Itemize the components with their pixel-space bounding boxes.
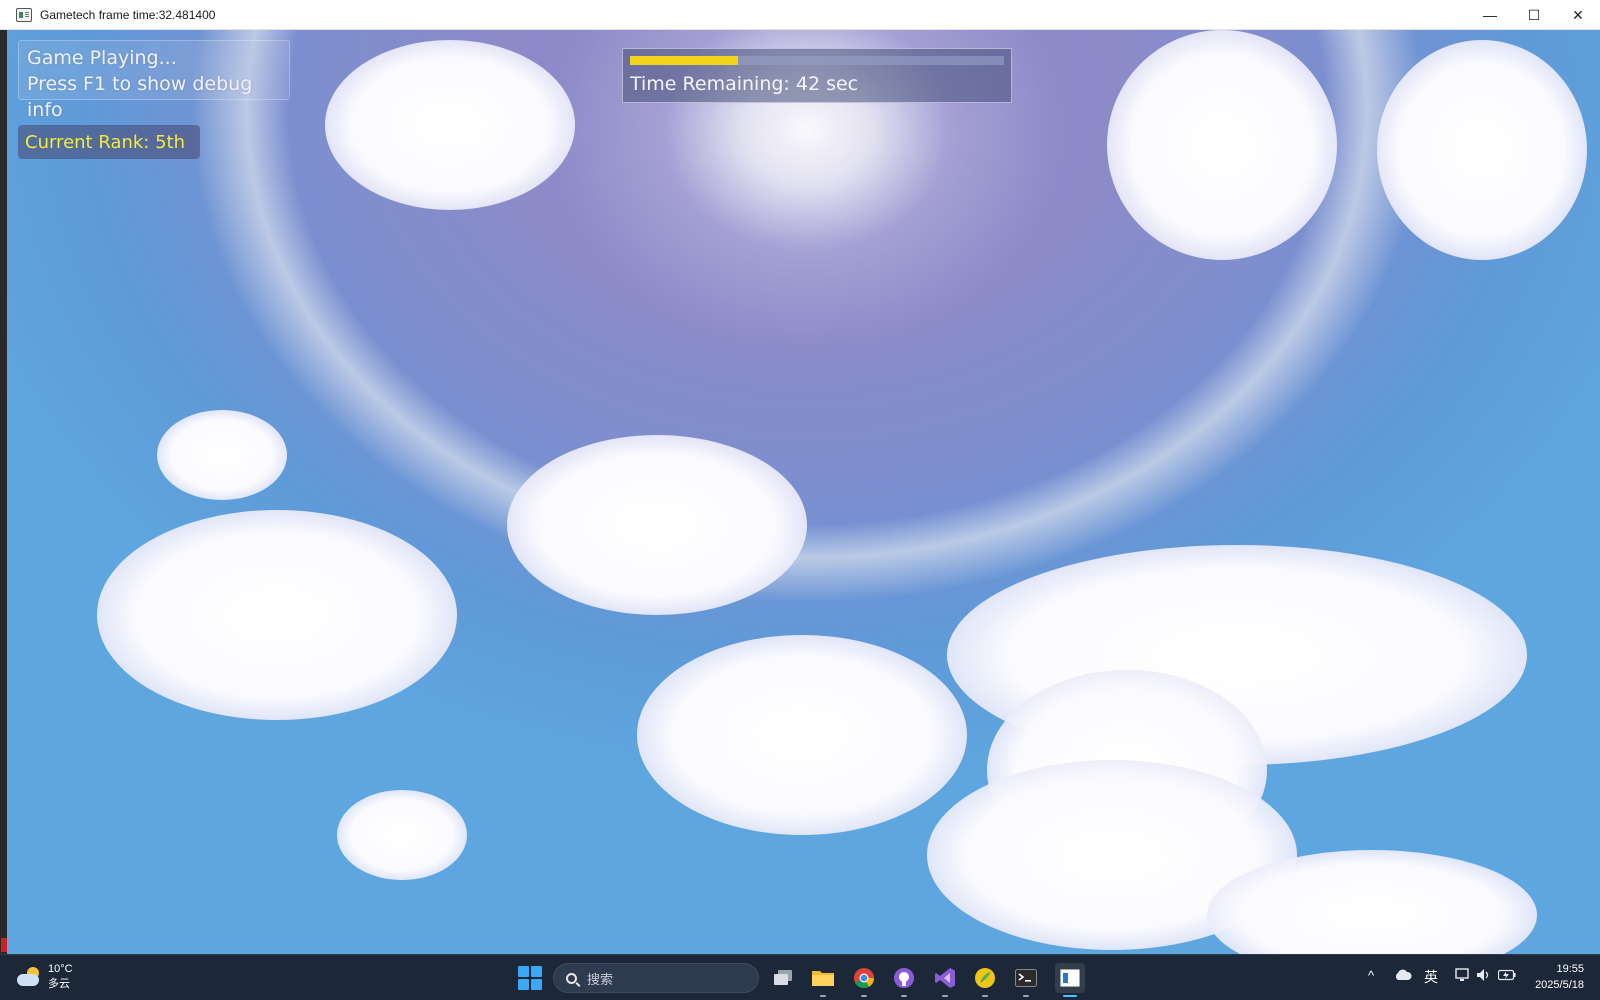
start-button[interactable] xyxy=(518,966,542,990)
onedrive-cloud-icon[interactable] xyxy=(1394,969,1412,984)
game-status-text: Game Playing... xyxy=(27,47,177,69)
search-placeholder: 搜索 xyxy=(587,971,614,987)
current-rank-text: Current Rank: 5th xyxy=(25,131,186,153)
timer-panel: Time Remaining: 42 sec xyxy=(622,48,1012,103)
battery-icon[interactable] xyxy=(1497,969,1516,984)
search-icon xyxy=(566,972,577,984)
cloud xyxy=(97,510,457,720)
volume-icon[interactable] xyxy=(1476,968,1492,985)
background-window-edge xyxy=(0,30,7,954)
maximize-button[interactable]: ☐ xyxy=(1512,0,1556,30)
task-view-icon[interactable] xyxy=(768,963,798,993)
clock-date: 2025/5/18 xyxy=(1535,979,1584,991)
window-title-bar[interactable]: Gametech frame time:32.481400 — ☐ ✕ xyxy=(0,0,1600,30)
taskbar: 10°C 多云 搜索 ^ 英 19:55 2025/5/18 xyxy=(0,954,1600,1000)
time-remaining-text: Time Remaining: 42 sec xyxy=(630,73,859,95)
cloud xyxy=(325,40,575,210)
network-icon[interactable] xyxy=(1455,968,1471,985)
app-icon[interactable] xyxy=(970,963,1000,997)
clock-time: 19:55 xyxy=(1556,963,1584,975)
time-progress-bar xyxy=(630,56,1004,65)
tray-overflow-chevron-icon[interactable]: ^ xyxy=(1368,968,1374,983)
window-title: Gametech frame time:32.481400 xyxy=(40,7,216,22)
ime-language-indicator[interactable]: 英 xyxy=(1424,967,1438,987)
debug-hint-text: Press F1 to show debug info xyxy=(27,73,253,121)
game-viewport[interactable] xyxy=(7,30,1600,954)
window-controls: — ☐ ✕ xyxy=(1468,0,1600,30)
minimize-button[interactable]: — xyxy=(1468,0,1512,30)
game-status-panel: Game Playing... Press F1 to show debug i… xyxy=(18,40,290,121)
cloud xyxy=(507,435,807,615)
visual-studio-icon[interactable] xyxy=(930,963,960,997)
cloud xyxy=(1107,30,1337,260)
weather-condition: 多云 xyxy=(48,978,70,990)
game-window-icon[interactable] xyxy=(1055,963,1085,997)
weather-widget[interactable]: 10°C 多云 xyxy=(16,962,73,992)
chrome-icon[interactable] xyxy=(849,963,879,997)
cloud xyxy=(637,635,967,835)
system-clock[interactable]: 19:55 2025/5/18 xyxy=(1535,961,1584,993)
file-explorer-icon[interactable] xyxy=(808,963,838,997)
terminal-icon[interactable] xyxy=(1011,963,1041,997)
cloud xyxy=(157,410,287,500)
cloud xyxy=(337,790,467,880)
app-window-icon xyxy=(16,7,32,22)
partly-cloudy-icon xyxy=(16,966,42,988)
rank-panel: Current Rank: 5th xyxy=(18,125,200,159)
github-desktop-icon[interactable] xyxy=(889,963,919,997)
taskbar-search[interactable]: 搜索 xyxy=(553,963,759,993)
close-button[interactable]: ✕ xyxy=(1556,0,1600,30)
cloud xyxy=(1377,40,1587,260)
time-progress-fill xyxy=(630,56,739,65)
weather-temperature: 10°C xyxy=(48,963,73,975)
